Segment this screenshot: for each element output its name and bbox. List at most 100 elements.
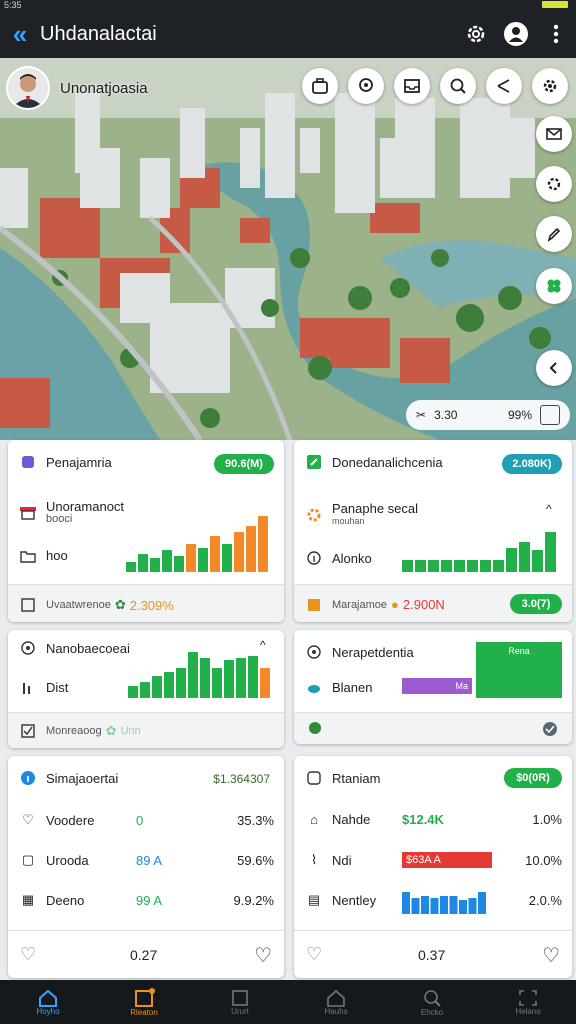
more-vert-icon[interactable] (536, 14, 576, 54)
card-title: Penajamria (46, 454, 112, 470)
table-icon: ▤ (307, 892, 321, 907)
profile-name: Unonatjoasia (60, 79, 148, 97)
diamond-icon (18, 454, 38, 470)
chart-bar (224, 660, 234, 698)
chart-bar (459, 900, 467, 914)
footer-value: 0.37 (418, 947, 446, 963)
nav-search[interactable]: Ehcko (384, 980, 480, 1024)
search-icon[interactable] (440, 68, 476, 104)
gear-icon[interactable] (456, 14, 496, 54)
square-icon: ▢ (21, 852, 35, 867)
chart-bar (430, 898, 439, 914)
like-icon[interactable]: ♡ (254, 943, 272, 968)
card-nanobaecoeai[interactable]: Nanobaecoeai ^ Dist Monreaoog ✿ Unn (8, 630, 284, 748)
nav-reports[interactable]: Rleaton (96, 980, 192, 1024)
footer-value: 2.900N (402, 597, 445, 612)
chart-bar (186, 544, 196, 572)
heart-icon[interactable]: ♡ (306, 944, 322, 965)
heart-icon[interactable]: ♡ (20, 944, 36, 965)
summary-box: Rena (476, 642, 562, 698)
card-simajaoertai[interactable]: Simajaoertai $1.364307 ♡ Voodere 0 35.3%… (8, 756, 284, 978)
target-icon (304, 644, 324, 660)
status-badge: $0(0R) (504, 768, 562, 788)
inbox-icon[interactable] (394, 68, 430, 104)
settings-icon[interactable] (532, 68, 568, 104)
chart-bar (415, 560, 426, 572)
chart-bar (260, 668, 270, 698)
person-icon[interactable] (496, 14, 536, 54)
calendar-icon (304, 598, 324, 612)
bottom-nav: Hoyho Rleaton Ururt Hauhs Ehcko Helano (0, 980, 576, 1024)
house-icon (327, 989, 345, 1007)
status-bar: 5:35 (0, 0, 576, 10)
edit-square-icon (304, 454, 324, 470)
chart-bar (164, 672, 174, 698)
card-title: Nerapetdentia (332, 644, 414, 660)
grid-icon: ▦ (21, 892, 35, 907)
gear-icon[interactable] (536, 166, 572, 202)
briefcase-icon[interactable] (302, 68, 338, 104)
shop-icon (18, 505, 38, 521)
chart-bar (138, 554, 148, 572)
status-badge: 3.0(7) (510, 594, 562, 614)
page-title: Uhdanalactai (40, 22, 157, 45)
chevron-left-icon[interactable] (536, 350, 572, 386)
like-icon[interactable]: ♡ (542, 943, 560, 968)
list-item[interactable]: ▢ Urooda 89 A 59.6% (18, 852, 274, 868)
heart-icon: ♡ (22, 812, 34, 827)
nav-explore[interactable]: Hauhs (288, 980, 384, 1024)
edit-icon[interactable] (536, 216, 572, 252)
location-pin-icon[interactable] (348, 68, 384, 104)
clipboard-icon (135, 987, 155, 1007)
footer-value: 0.27 (130, 947, 158, 963)
card-rtaniam[interactable]: Rtaniam $0(0R) ⌂ Nahde $12.4K 1.0% ⌇ Ndi… (294, 756, 572, 978)
chevron-up-icon[interactable]: ^ (546, 502, 552, 516)
nav-home[interactable]: Hoyho (0, 980, 96, 1024)
profile-chip[interactable]: Unonatjoasia (6, 66, 148, 110)
list-item[interactable]: ⌂ Nahde $12.4K 1.0% (304, 812, 562, 827)
chart-bar (454, 560, 465, 572)
mail-icon[interactable] (536, 116, 572, 152)
row-label: Dist (46, 680, 69, 695)
chart-bar (258, 516, 268, 572)
chart-bar (467, 560, 478, 572)
clock-icon (304, 770, 324, 786)
chart-bar (222, 544, 232, 572)
app-bar: « Uhdanalactai (0, 10, 576, 58)
home-icon (39, 989, 57, 1007)
city-map-hero[interactable]: Unonatjoasia ✂ 3.30 99% (0, 58, 576, 440)
list-item[interactable]: ▦ Deeno 99 A 9.9.2% (18, 892, 274, 908)
nav-help[interactable]: Helano (480, 980, 576, 1024)
check-circle-icon[interactable] (542, 721, 558, 742)
list-item[interactable]: ⌇ Ndi $63A A 10.0% (304, 852, 562, 868)
row-label: Unoramanoct (46, 499, 125, 514)
bar-chart (128, 652, 270, 698)
chart-bar (478, 892, 486, 914)
tag-icon[interactable] (540, 405, 560, 425)
checkbox-icon[interactable] (18, 724, 38, 738)
chart-bar (402, 560, 413, 572)
card-nerapetdentia[interactable]: Nerapetdentia Blanen Rena Ma (294, 630, 572, 744)
city-aerial-image (0, 58, 576, 440)
card-donedanalichcenia[interactable]: Donedanalichcenia 2.080K) Panaphe secal … (294, 440, 572, 622)
chart-bar (411, 898, 420, 914)
chart-bar (128, 686, 138, 698)
map-status-pill[interactable]: ✂ 3.30 99% (406, 400, 570, 430)
card-penajamria[interactable]: Penajamria 90.6(M) Unoramanoct booci hoo… (8, 440, 284, 622)
nav-docs[interactable]: Ururt (192, 980, 288, 1024)
clover-icon[interactable] (536, 268, 572, 304)
avatar[interactable] (6, 66, 50, 110)
chart-bar (532, 550, 543, 572)
box-icon (18, 598, 38, 612)
scissors-icon[interactable]: ✂ (416, 408, 426, 422)
document-icon (232, 989, 248, 1006)
chevron-double-left-icon[interactable]: « (0, 19, 40, 50)
share-icon[interactable] (486, 68, 522, 104)
chart-bar (449, 896, 458, 914)
coin-icon: ● (391, 597, 399, 612)
status-time: 5:35 (4, 0, 22, 10)
chart-bar (519, 542, 530, 572)
pill-value-1: 3.30 (434, 408, 458, 422)
list-item[interactable]: ♡ Voodere 0 35.3% (18, 812, 274, 828)
flower-icon (308, 721, 322, 740)
